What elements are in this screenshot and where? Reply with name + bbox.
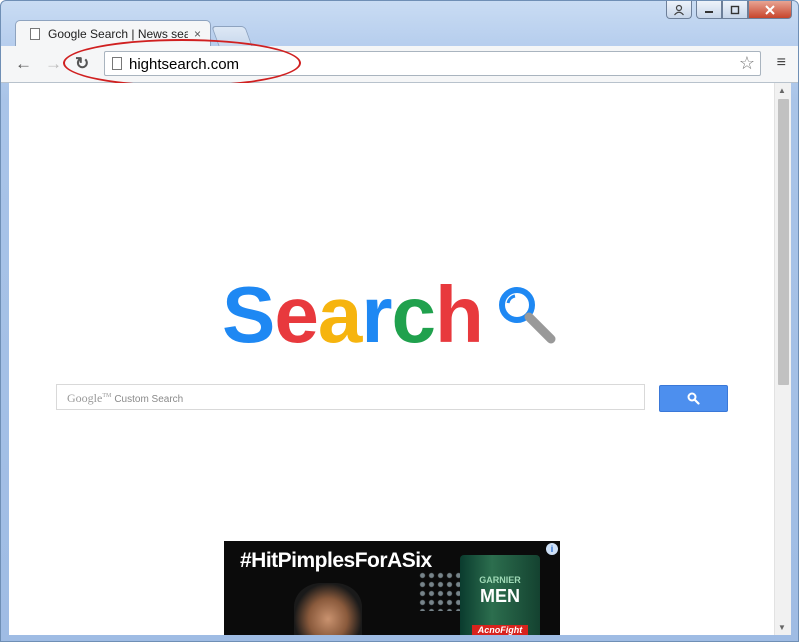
vertical-scrollbar[interactable]: ▲ ▼ xyxy=(774,83,791,635)
ad-model-image xyxy=(294,583,362,635)
search-icon xyxy=(687,392,700,405)
ad-water-splash xyxy=(418,571,462,611)
advertisement-banner[interactable]: #HitPimplesForASix i GARNIER MEN AcnoFig… xyxy=(224,541,560,635)
scroll-up-arrow-icon[interactable]: ▲ xyxy=(778,86,786,95)
magnifier-logo-icon xyxy=(499,287,556,344)
red-highlight-ellipse xyxy=(63,39,301,87)
user-icon[interactable] xyxy=(666,1,692,19)
bookmark-star-icon[interactable]: ☆ xyxy=(739,53,755,74)
window-controls xyxy=(666,1,792,19)
logo-letter: r xyxy=(361,270,392,359)
logo-letter: c xyxy=(391,270,436,359)
back-arrow-icon[interactable]: ← xyxy=(15,54,32,74)
maximize-icon[interactable] xyxy=(722,1,748,19)
logo-letter: S xyxy=(222,270,275,359)
ad-headline: #HitPimplesForASix xyxy=(240,549,432,572)
close-icon[interactable] xyxy=(748,1,792,19)
scroll-thumb[interactable] xyxy=(778,99,789,385)
logo-letter: h xyxy=(435,270,484,359)
google-custom-search-watermark: GoogleTM Custom Search xyxy=(67,391,184,405)
page-content: Search GoogleTM Custom Search #HitPimples… xyxy=(9,83,791,635)
ad-product-image: GARNIER MEN AcnoFight xyxy=(460,555,540,635)
browser-window: Google Search | News sea × ← → ↻ hightse… xyxy=(0,0,799,642)
logo-letter: e xyxy=(274,270,318,359)
ad-product-line: MEN xyxy=(480,586,520,606)
search-logo: Search xyxy=(222,270,484,359)
title-bar: Google Search | News sea × xyxy=(1,1,798,47)
search-button[interactable] xyxy=(659,385,728,412)
logo-letter: a xyxy=(317,270,362,359)
ad-product-name: AcnoFight xyxy=(472,625,528,635)
minimize-icon[interactable] xyxy=(696,1,722,19)
ad-info-icon[interactable]: i xyxy=(546,543,558,555)
scroll-down-arrow-icon[interactable]: ▼ xyxy=(778,623,786,632)
forward-arrow-icon[interactable]: → xyxy=(45,54,62,74)
page-icon xyxy=(30,28,40,40)
search-input[interactable]: GoogleTM Custom Search xyxy=(56,384,645,410)
menu-icon[interactable]: ≡ xyxy=(777,54,786,72)
ad-product-brand: GARNIER xyxy=(479,575,521,585)
